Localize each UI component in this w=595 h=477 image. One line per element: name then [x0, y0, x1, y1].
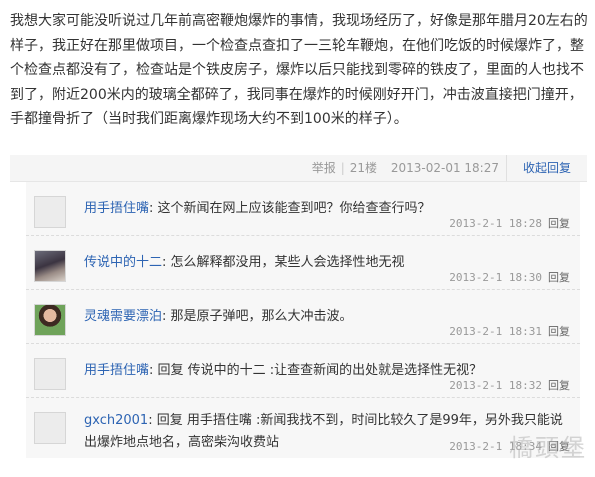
reply-username[interactable]: 用手捂住嘴: [84, 201, 149, 216]
reply-meta: 2013-2-1 18:34 回复: [449, 438, 570, 454]
meta-separator: |: [340, 161, 345, 175]
reply-text: 怎么解释都没用，某些人会选择性地无视: [166, 255, 405, 270]
post-footer: 举报 | 21楼 2013-02-01 18:27 收起回复: [10, 155, 587, 182]
reply-text: 这个新闻在网上应该能查到吧？你给查查行吗？: [153, 201, 431, 216]
floor-number: 21楼: [349, 161, 378, 175]
avatar[interactable]: [34, 250, 66, 282]
reply-time: 2013-2-1 18:31: [449, 325, 542, 338]
meta-separator: [382, 161, 386, 175]
avatar[interactable]: [34, 304, 66, 336]
post-body: 我想大家可能没听说过几年前高密鞭炮爆炸的事情，我现场经历了，好像是那年腊月20左…: [10, 13, 588, 128]
post-time: 2013-02-01 18:27: [390, 161, 499, 175]
reply-item: gxch2001: 回复 用手捂住嘴 :新闻我找不到，时间比较久了是99年，另外…: [26, 398, 580, 458]
reply-meta: 2013-2-1 18:30 回复: [449, 269, 570, 285]
reply-button[interactable]: 回复: [548, 440, 570, 453]
post-meta: 举报 | 21楼 2013-02-01 18:27: [312, 155, 499, 181]
reply-meta: 2013-2-1 18:28 回复: [449, 215, 570, 231]
reply-meta: 2013-2-1 18:31 回复: [449, 323, 570, 339]
reply-username[interactable]: 灵魂需要漂泊: [84, 309, 162, 324]
reply-username[interactable]: 传说中的十二: [84, 255, 162, 270]
reply-button[interactable]: 回复: [548, 271, 570, 284]
reply-meta: 2013-2-1 18:32 回复: [449, 377, 570, 393]
report-link[interactable]: 举报: [312, 161, 336, 175]
avatar[interactable]: [34, 358, 66, 390]
reply-item: 用手捂住嘴: 这个新闻在网上应该能查到吧？你给查查行吗？ 2013-2-1 18…: [26, 182, 580, 236]
reply-time: 2013-2-1 18:32: [449, 379, 542, 392]
avatar[interactable]: [34, 412, 66, 444]
reply-list: 用手捂住嘴: 这个新闻在网上应该能查到吧？你给查查行吗？ 2013-2-1 18…: [26, 182, 580, 458]
reply-item: 传说中的十二: 怎么解释都没用，某些人会选择性地无视 2013-2-1 18:3…: [26, 236, 580, 290]
reply-time: 2013-2-1 18:28: [449, 217, 542, 230]
collapse-replies-button[interactable]: 收起回复: [506, 155, 587, 181]
reply-item: 用手捂住嘴: 回复 传说中的十二 :让查查新闻的出处就是选择性无视？ 2013-…: [26, 344, 580, 398]
reply-username[interactable]: 用手捂住嘴: [84, 363, 149, 378]
reply-button[interactable]: 回复: [548, 379, 570, 392]
reply-time: 2013-2-1 18:30: [449, 271, 542, 284]
reply-button[interactable]: 回复: [548, 217, 570, 230]
reply-username[interactable]: gxch2001: [84, 413, 148, 428]
reply-text: 那是原子弹吧，那么大冲击波。: [166, 309, 353, 324]
reply-text: 回复 传说中的十二 :让查查新闻的出处就是选择性无视？: [153, 363, 483, 378]
reply-item: 灵魂需要漂泊: 那是原子弹吧，那么大冲击波。 2013-2-1 18:31 回复: [26, 290, 580, 344]
reply-button[interactable]: 回复: [548, 325, 570, 338]
reply-time: 2013-2-1 18:34: [449, 440, 542, 453]
avatar[interactable]: [34, 196, 66, 228]
